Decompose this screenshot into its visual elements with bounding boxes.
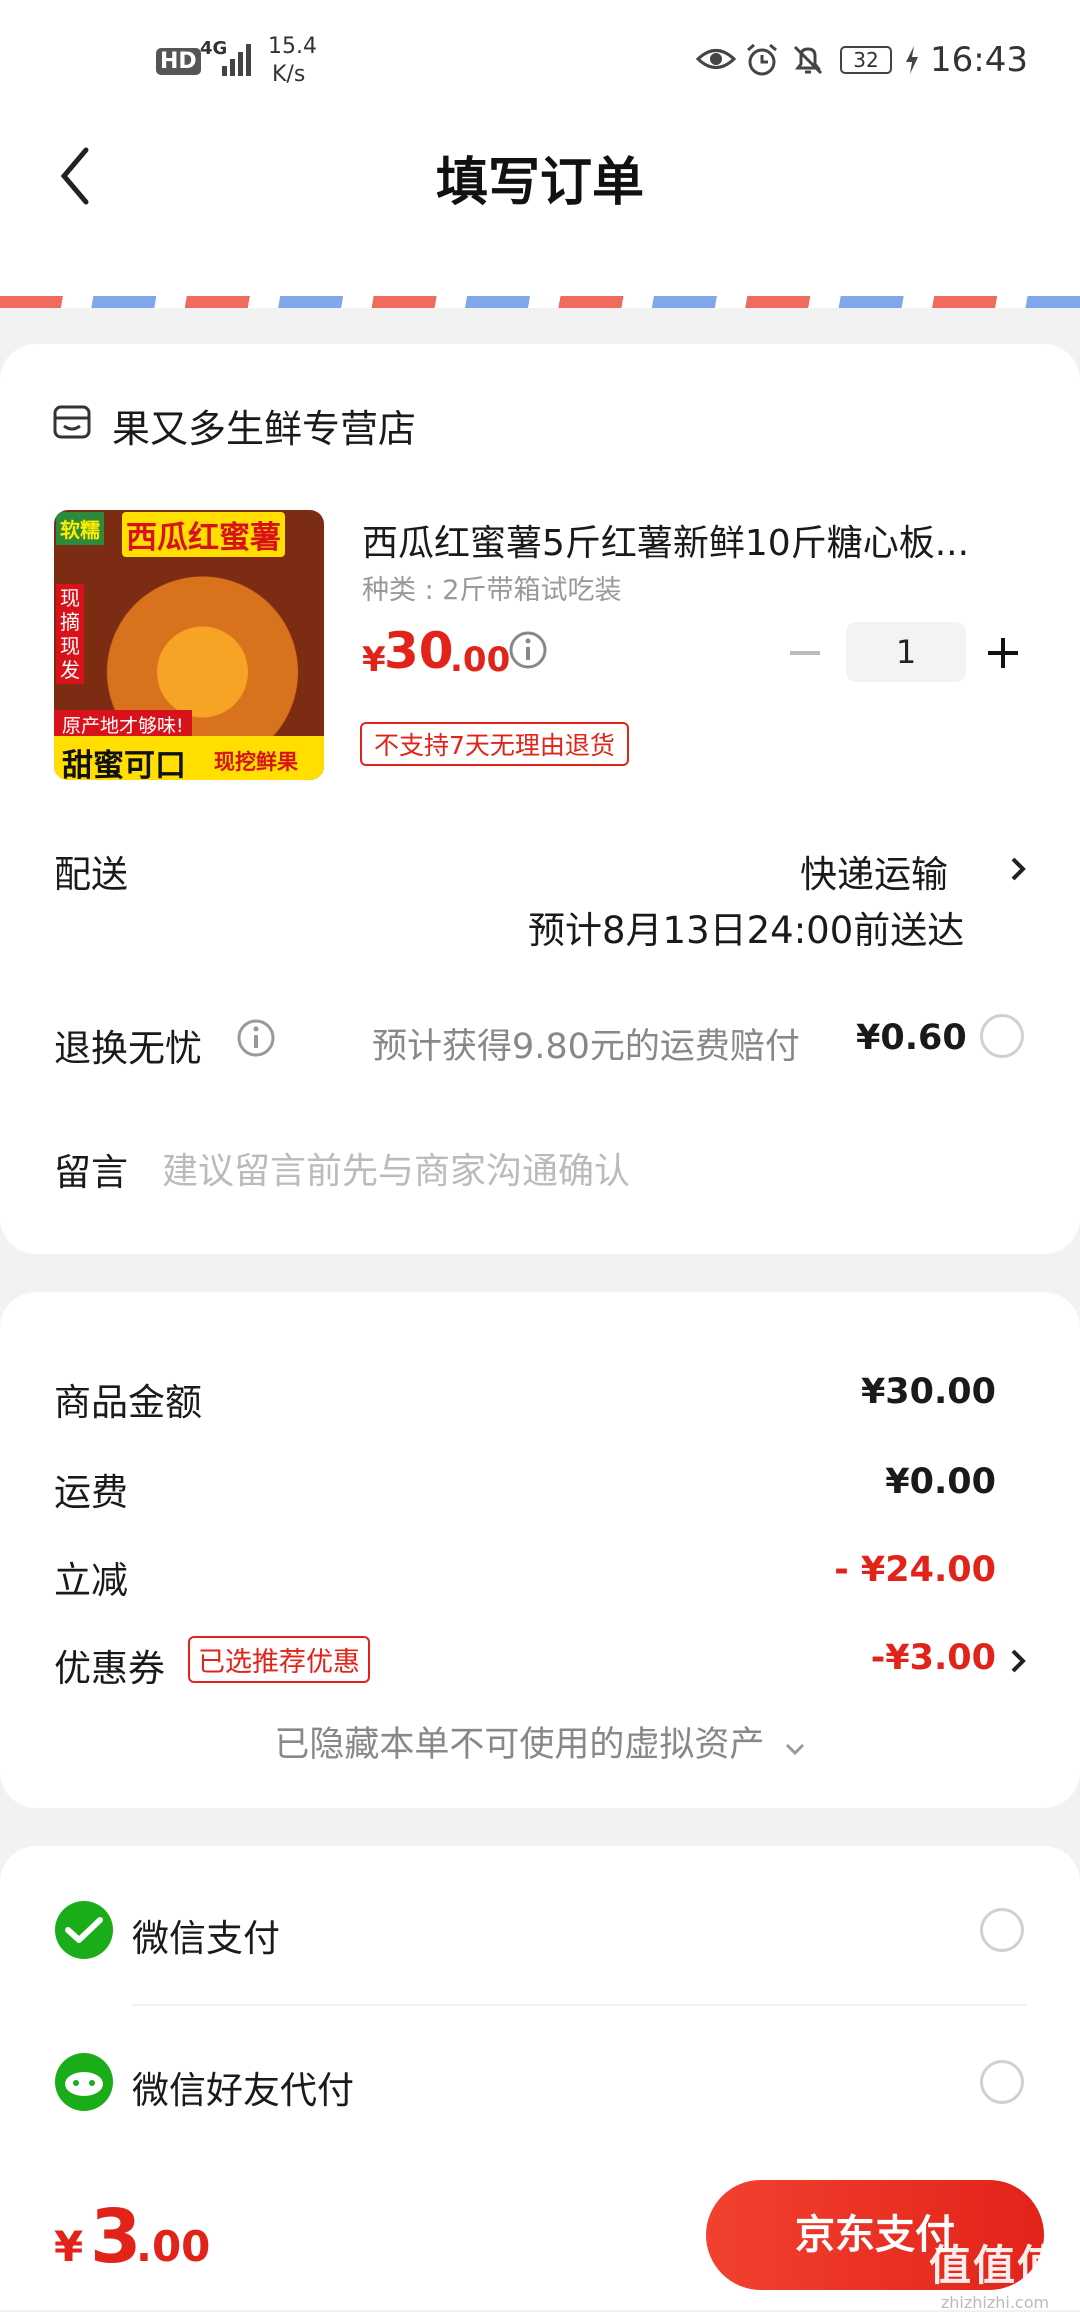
address-divider bbox=[0, 296, 1080, 308]
coupon-tag: 已选推荐优惠 bbox=[188, 1636, 370, 1683]
price-info-icon[interactable] bbox=[508, 630, 548, 674]
wechat-friend-pay-radio[interactable] bbox=[980, 2060, 1024, 2104]
page-title: 填写订单 bbox=[435, 153, 644, 213]
price-currency: ¥ bbox=[362, 640, 386, 680]
payment-divider bbox=[132, 2004, 1026, 2006]
summary-coupon-value[interactable]: -¥3.00 bbox=[871, 1638, 996, 1678]
message-input[interactable]: 建议留言前先与商家沟通确认 bbox=[162, 1142, 630, 1194]
summary-goods-value: ¥30.00 bbox=[860, 1372, 996, 1412]
coupon-chevron-icon[interactable] bbox=[1008, 1646, 1028, 1680]
wechat-pay-radio[interactable] bbox=[980, 1908, 1024, 1952]
product-spec[interactable]: 种类 : 2斤带箱试吃装 bbox=[362, 568, 621, 607]
price-decimal: .00 bbox=[450, 640, 511, 680]
delivery-method[interactable]: 快递运输 bbox=[800, 844, 948, 898]
store-icon bbox=[52, 402, 92, 446]
quantity-input[interactable]: 1 bbox=[846, 622, 966, 682]
increase-qty-button[interactable] bbox=[986, 636, 1020, 674]
hidden-assets-text: 已隐藏本单不可使用的虚拟资产 bbox=[274, 1725, 765, 1765]
clock: 16:43 bbox=[930, 40, 1028, 80]
delivery-chevron-icon[interactable] bbox=[1008, 854, 1028, 888]
hidden-assets-note[interactable]: 已隐藏本单不可使用的虚拟资产 bbox=[0, 1716, 1080, 1767]
summary-coupon-label[interactable]: 优惠券 bbox=[54, 1638, 165, 1692]
battery-level: 32 bbox=[853, 48, 879, 72]
thumb-title: 西瓜红蜜薯 bbox=[122, 512, 285, 557]
charging-icon bbox=[904, 46, 920, 78]
signal-icon bbox=[222, 40, 256, 76]
product-image[interactable]: 软糯 西瓜红蜜薯 现摘现发 原产地才够味! 甜蜜可口 现挖鲜果 bbox=[54, 510, 324, 780]
wechat-friend-pay-icon bbox=[54, 2052, 114, 2116]
thumb-bottom-strip: 甜蜜可口 现挖鲜果 bbox=[54, 736, 324, 780]
summary-shipping-label: 运费 bbox=[54, 1471, 128, 1514]
return-insurance-desc: 预计获得9.80元的运费赔付 bbox=[372, 1027, 800, 1067]
total-decimal: .00 bbox=[136, 2222, 211, 2271]
thumb-tag: 软糯 bbox=[56, 512, 104, 545]
total-currency: ¥ bbox=[54, 2222, 84, 2271]
net-speed-value: 15.4 bbox=[268, 34, 317, 59]
thumb-bottom-a: 甜蜜可口 bbox=[62, 748, 186, 780]
thumb-banner: 原产地才够味! bbox=[54, 710, 192, 739]
price-integer: 30 bbox=[384, 622, 454, 680]
delivery-eta: 预计8月13日24:00前送达 bbox=[528, 909, 965, 952]
alarm-icon bbox=[744, 42, 780, 82]
net-speed-unit: K/s bbox=[272, 62, 306, 87]
eye-icon bbox=[695, 44, 737, 78]
order-card bbox=[0, 344, 1080, 1254]
return-insurance-radio[interactable] bbox=[980, 1014, 1024, 1058]
hd-icon: HD bbox=[156, 48, 201, 75]
watermark-main: 值值值 bbox=[928, 2241, 1061, 2290]
chevron-down-icon bbox=[784, 1726, 806, 1766]
thumb-bottom-b: 现挖鲜果 bbox=[214, 750, 298, 774]
return-info-icon[interactable] bbox=[236, 1018, 276, 1062]
summary-discount-value: - ¥24.00 bbox=[834, 1550, 996, 1590]
decrease-qty-button[interactable] bbox=[788, 638, 822, 672]
wechat-pay-label[interactable]: 微信支付 bbox=[132, 1908, 280, 1962]
summary-discount-label: 立减 bbox=[54, 1559, 128, 1602]
thumb-side-text: 现摘现发 bbox=[56, 584, 84, 684]
return-insurance-label: 退换无忧 bbox=[54, 1027, 202, 1070]
battery-icon: 32 bbox=[840, 46, 892, 74]
summary-shipping-value: ¥0.00 bbox=[885, 1462, 996, 1502]
summary-goods-label: 商品金额 bbox=[54, 1381, 202, 1424]
mute-bell-icon bbox=[790, 42, 826, 82]
wechat-friend-pay-label[interactable]: 微信好友代付 bbox=[132, 2060, 354, 2114]
watermark: 值值值 zhizhizhi.com bbox=[920, 2232, 1070, 2312]
no-return-tag: 不支持7天无理由退货 bbox=[360, 722, 629, 766]
status-bar: HD 4G 15.4 K/s 32 16:43 bbox=[0, 0, 1080, 120]
delivery-label: 配送 bbox=[54, 853, 128, 896]
total-integer: 3 bbox=[90, 2194, 142, 2280]
return-insurance-price: ¥0.60 bbox=[856, 1018, 967, 1058]
product-title[interactable]: 西瓜红蜜薯5斤红薯新鲜10斤糖心板... bbox=[362, 514, 1002, 566]
store-name[interactable]: 果又多生鲜专营店 bbox=[112, 398, 416, 453]
wechat-pay-icon bbox=[54, 1900, 114, 1964]
watermark-sub: zhizhizhi.com bbox=[940, 2293, 1050, 2312]
message-label: 留言 bbox=[54, 1151, 128, 1194]
